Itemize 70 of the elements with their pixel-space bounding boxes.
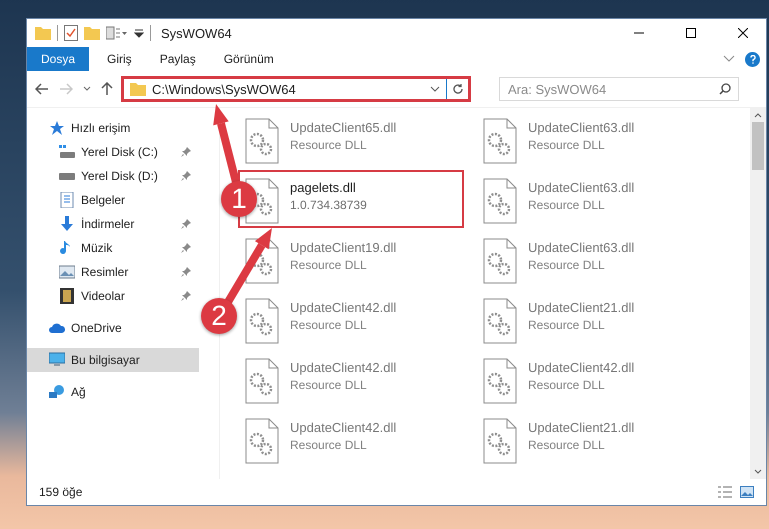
properties-icon xyxy=(106,26,128,40)
file-item[interactable]: UpdateClient42.dll Resource DLL xyxy=(476,350,702,408)
close-icon xyxy=(738,28,748,38)
monitor-icon xyxy=(49,352,65,368)
sidebar-item[interactable]: İndirmeler xyxy=(27,212,199,236)
new-folder-icon xyxy=(84,26,100,40)
address-bar[interactable]: C:\Windows\SysWOW64 xyxy=(121,76,471,102)
sidebar-item[interactable]: Yerel Disk (D:) xyxy=(27,164,199,188)
dll-file-icon xyxy=(482,358,518,404)
sidebar-item[interactable]: Resimler xyxy=(27,260,199,284)
download-arrow-icon xyxy=(59,216,75,232)
file-tab[interactable]: Dosya xyxy=(27,47,90,71)
scrollbar-thumb[interactable] xyxy=(752,122,764,170)
sidebar-item[interactable]: Yerel Disk (C:) xyxy=(27,140,199,164)
sidebar-item[interactable]: Belgeler xyxy=(27,188,199,212)
dll-file-icon xyxy=(482,238,518,284)
help-icon[interactable] xyxy=(745,52,760,66)
document-icon xyxy=(59,192,75,208)
file-item[interactable]: UpdateClient19.dll Resource DLL xyxy=(238,230,464,288)
ribbon-tab[interactable]: Görünüm xyxy=(210,47,288,71)
sidebar-item[interactable]: Hızlı erişim xyxy=(27,116,199,140)
file-item[interactable]: UpdateClient63.dll Resource DLL xyxy=(476,110,702,168)
scroll-down-icon xyxy=(754,469,762,475)
sidebar-item[interactable]: Müzik xyxy=(27,236,199,260)
file-item[interactable]: UpdateClient21.dll Resource DLL xyxy=(476,290,702,348)
file-item[interactable]: UpdateClient21.dll Resource DLL xyxy=(476,410,702,468)
ribbon-tab[interactable]: Paylaş xyxy=(146,47,210,71)
dll-file-icon xyxy=(482,178,518,224)
details-view-icon xyxy=(718,486,732,498)
maximize-icon xyxy=(686,28,696,38)
sidebar-item[interactable]: OneDrive xyxy=(27,316,199,340)
back-button[interactable] xyxy=(33,83,51,95)
star-icon xyxy=(49,120,65,136)
file-item[interactable]: UpdateClient65.dll Resource DLL xyxy=(238,110,464,168)
checklist-icon xyxy=(64,25,78,41)
dropdown-chevron-icon xyxy=(430,86,440,92)
sidebar-item[interactable]: Videolar xyxy=(27,284,199,308)
ribbon-tab[interactable]: Giriş xyxy=(93,47,146,71)
picture-icon xyxy=(59,264,75,280)
sidebar-item[interactable]: Bu bilgisayar xyxy=(27,348,199,372)
file-item[interactable]: UpdateClient42.dll Resource DLL xyxy=(238,410,464,468)
up-button[interactable] xyxy=(99,82,115,96)
refresh-icon xyxy=(452,83,464,95)
scroll-up-icon xyxy=(754,112,762,118)
search-icon xyxy=(719,83,731,95)
drive-icon xyxy=(59,144,75,160)
file-item[interactable]: UpdateClient63.dll Resource DLL xyxy=(476,170,702,228)
drive-icon xyxy=(59,173,75,180)
large-icons-view-icon xyxy=(740,486,754,498)
dll-file-icon xyxy=(482,418,518,464)
dll-file-icon xyxy=(482,118,518,164)
file-item[interactable]: UpdateClient42.dll Resource DLL xyxy=(238,350,464,408)
dll-file-icon xyxy=(244,358,280,404)
film-icon xyxy=(59,288,75,304)
recent-locations-button[interactable] xyxy=(81,86,93,92)
dll-file-icon xyxy=(244,118,280,164)
file-item[interactable]: UpdateClient63.dll Resource DLL xyxy=(476,230,702,288)
scrollbar[interactable] xyxy=(750,108,766,479)
dll-file-icon xyxy=(244,298,280,344)
folder-icon xyxy=(130,82,146,96)
file-item[interactable]: UpdateClient42.dll Resource DLL xyxy=(238,290,464,348)
dll-file-icon xyxy=(482,298,518,344)
search-field[interactable]: Ara: SysWOW64 xyxy=(499,77,739,101)
item-count: 159 öğe xyxy=(39,485,84,499)
dll-file-icon xyxy=(244,418,280,464)
dropdown-caret-icon xyxy=(134,28,144,38)
sidebar-item[interactable]: Ağ xyxy=(27,380,199,404)
window-title: SysWOW64 xyxy=(161,26,233,40)
expand-ribbon-icon xyxy=(723,55,735,63)
folder-icon xyxy=(35,26,51,40)
